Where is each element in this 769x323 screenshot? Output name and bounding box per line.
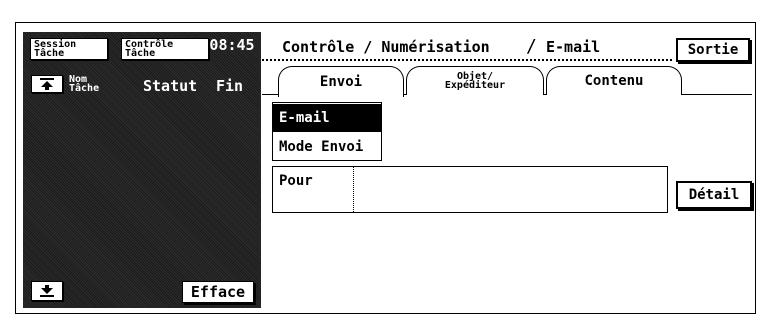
control-task-label-line2: Tâche <box>125 48 156 59</box>
breadcrumb-separator: / <box>526 36 537 57</box>
screen: Session Tâche Contrôle Tâche 08:45 Nom T… <box>0 0 769 323</box>
scroll-down-button[interactable] <box>31 281 63 301</box>
column-header-name: Nom Tâche <box>69 75 100 94</box>
delete-button[interactable]: Efface <box>182 281 254 303</box>
session-task-label-line2: Tâche <box>34 48 65 59</box>
tab-subject-label-line2: Expéditeur <box>444 80 506 91</box>
scroll-up-button[interactable] <box>31 75 63 93</box>
arrow-down-bottom-icon <box>40 285 54 297</box>
detail-button[interactable]: Détail <box>676 181 752 209</box>
control-task-button[interactable]: Contrôle Tâche <box>121 38 209 60</box>
tab-content[interactable]: Contenu <box>546 66 682 95</box>
column-header-status: Statut <box>143 77 198 95</box>
recipient-field[interactable]: Pour <box>272 166 668 213</box>
mode-email[interactable]: E-mail <box>273 104 381 132</box>
tab-send-label: Envoi <box>319 74 363 90</box>
tab-subject-sender[interactable]: Objet/ Expéditeur <box>406 66 544 95</box>
recipient-label: Pour <box>279 173 313 189</box>
breadcrumb-path: Contrôle / Numérisation <box>282 38 490 56</box>
clock-display: 08:45 <box>209 36 255 54</box>
mode-send-mode[interactable]: Mode Envoi <box>273 133 381 161</box>
tab-send[interactable]: Envoi <box>278 66 404 97</box>
column-name-line2: Tâche <box>69 83 100 94</box>
tab-subject-sender-label: Objet/ Expéditeur <box>444 72 506 91</box>
send-mode-list: E-mail Mode Envoi <box>272 102 382 161</box>
column-header-end: Fin <box>216 77 244 95</box>
recipient-divider <box>353 167 354 212</box>
breadcrumb-current: E-mail <box>546 38 601 56</box>
arrow-up-top-icon <box>40 78 54 90</box>
tab-content-label: Contenu <box>584 73 644 89</box>
header-dotted-rule <box>262 59 672 61</box>
session-task-button[interactable]: Session Tâche <box>30 38 108 60</box>
job-list-panel <box>23 32 261 308</box>
exit-button[interactable]: Sortie <box>676 38 750 62</box>
